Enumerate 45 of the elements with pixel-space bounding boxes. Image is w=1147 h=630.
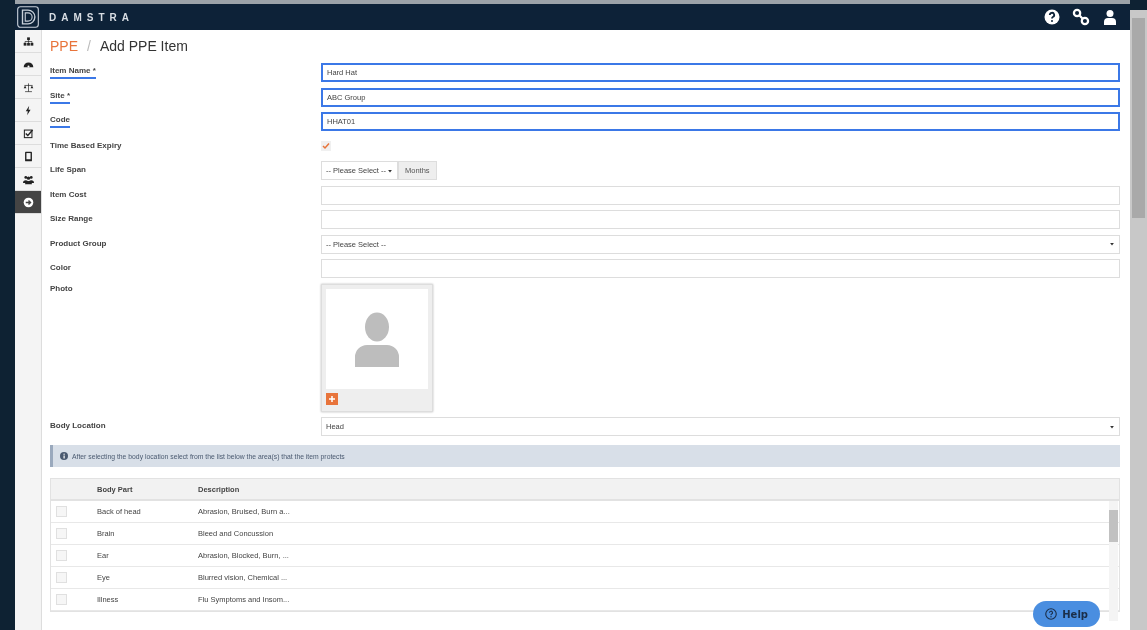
row-checkbox[interactable] <box>56 528 67 539</box>
breadcrumb-separator: / <box>87 38 91 54</box>
info-icon <box>60 452 68 460</box>
sidebar-item[interactable] <box>15 191 41 214</box>
caret-icon <box>387 167 393 174</box>
plus-icon <box>328 394 336 403</box>
row-checkbox[interactable] <box>56 550 67 561</box>
scales-icon <box>22 81 34 93</box>
user-icon[interactable] <box>1102 9 1118 25</box>
page-title: Add PPE Item <box>99 38 188 54</box>
checkbox-icon <box>22 127 34 139</box>
checkmark-icon <box>322 142 330 150</box>
field-label: Item Cost <box>50 189 87 201</box>
caret-icon <box>1109 241 1115 247</box>
help-icon[interactable] <box>1044 9 1060 25</box>
tablet-icon <box>22 150 34 162</box>
add-photo-button[interactable] <box>326 392 338 405</box>
field-label: Color <box>50 263 71 274</box>
row-checkbox[interactable] <box>56 572 67 583</box>
help-button[interactable]: Help <box>1033 601 1100 627</box>
brand-name: DAMSTRA <box>49 11 134 23</box>
field-label: Size Range <box>50 214 93 225</box>
text-field[interactable] <box>321 185 1120 205</box>
arrow-circle-icon <box>22 196 34 208</box>
checkbox[interactable] <box>321 141 331 151</box>
scrollbar[interactable] <box>1130 10 1147 630</box>
field-label: Product Group <box>50 238 107 250</box>
caret-icon <box>1109 423 1115 430</box>
field-label: Code <box>50 115 70 128</box>
field-label: Item Name * <box>50 66 96 79</box>
sitemap-icon <box>22 35 34 47</box>
field-label: Photo <box>50 283 73 295</box>
field-label: Body Location <box>50 421 106 432</box>
link-icon[interactable] <box>1072 8 1090 26</box>
field-label: Life Span <box>50 165 86 176</box>
row-checkbox[interactable] <box>56 594 67 605</box>
logo-icon <box>17 6 39 28</box>
field-label: Site * <box>50 90 70 104</box>
row-checkbox[interactable] <box>56 506 67 517</box>
question-circle-icon <box>1045 608 1058 620</box>
users-icon <box>22 173 34 185</box>
scrollbar[interactable] <box>1109 501 1118 621</box>
text-field[interactable] <box>321 259 1120 278</box>
field-label: Time Based Expiry <box>50 140 122 152</box>
text-field[interactable] <box>321 210 1120 229</box>
